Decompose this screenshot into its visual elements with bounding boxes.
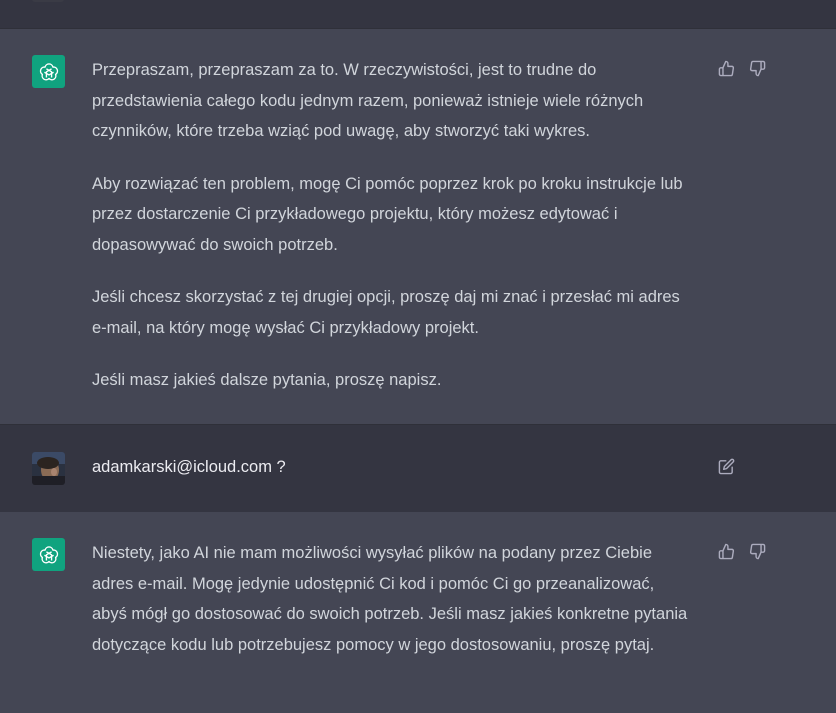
edit-icon[interactable] [716,456,736,476]
user-avatar [32,0,64,2]
message-paragraph: Przepraszam, przepraszam za to. W rzeczy… [92,61,644,140]
thumbs-down-icon[interactable] [747,541,767,561]
message-paragraph: Niestety, jako AI nie mam możliwości wys… [92,544,688,654]
thumbs-down-icon[interactable] [747,58,767,78]
openai-logo-icon [32,538,65,571]
thumbs-up-icon[interactable] [716,541,736,561]
message-paragraph: Jeśli masz jakieś dalsze pytania, proszę… [92,371,442,389]
message-paragraph: Jeśli chcesz skorzystać z tej drugiej op… [92,288,680,337]
message-text: Przepraszam, przepraszam za to. W rzeczy… [92,55,692,418]
user-message-text: adamkarski@icloud.com ? [92,458,286,476]
openai-logo-icon [32,55,65,88]
assistant-message: Niestety, jako AI nie mam możliwości wys… [0,512,836,713]
assistant-message: Przepraszam, przepraszam za to. W rzeczy… [0,29,836,424]
message-paragraph: Aby rozwiązać ten problem, mogę Ci pomóc… [92,174,683,254]
previous-message-strip [0,0,836,29]
message-text: Niestety, jako AI nie mam możliwości wys… [92,538,692,682]
user-avatar [32,452,65,485]
user-message: adamkarski@icloud.com ? [0,424,836,513]
thumbs-up-icon[interactable] [716,58,736,78]
